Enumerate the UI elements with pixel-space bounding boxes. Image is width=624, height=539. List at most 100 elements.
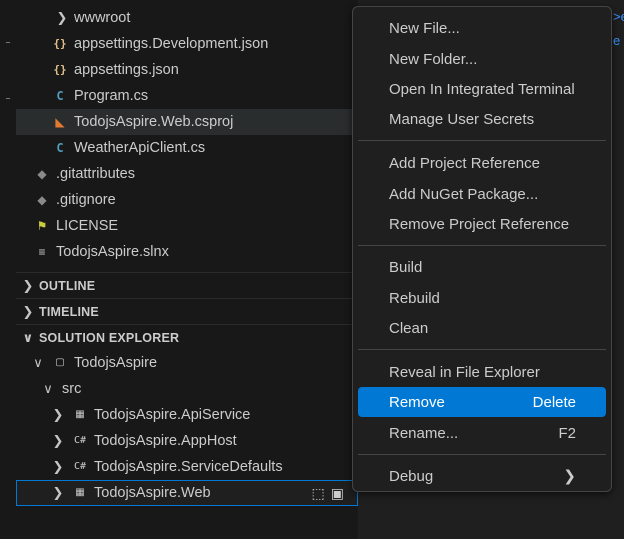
menu-item-label: Debug [389,467,434,485]
menu-item-label: Rename... [389,424,459,442]
project-label: TodojsAspire.ApiService [94,407,251,423]
project-label: TodojsAspire.AppHost [94,433,237,449]
project-apphost[interactable]: ❯ C# TodojsAspire.AppHost [16,428,358,454]
menu-item-label: Rebuild [389,289,440,307]
file-label: wwwroot [74,10,131,26]
menu-item-shortcut: Delete [532,393,576,411]
menu-item-remove[interactable]: Remove Delete [358,387,606,417]
menu-item-label: Manage User Secrets [389,110,535,128]
activity-marker [6,98,10,105]
solution-node[interactable]: ∨ ▢ TodojsAspire [16,350,358,376]
file-weatherapiclient-cs[interactable]: C WeatherApiClient.cs [16,135,358,161]
menu-item-open-terminal[interactable]: Open In Integrated Terminal [358,74,606,104]
menu-item-label: New Folder... [389,50,478,68]
folder-wwwroot[interactable]: ❯ wwwroot [16,5,358,31]
csharp-file-icon: C [56,89,64,103]
new-file-icon[interactable]: ⬚ [312,485,325,502]
section-timeline[interactable]: ❯ TIMELINE [16,298,358,325]
folder-label: src [62,381,82,397]
file-label: Program.cs [74,88,149,104]
file-gitignore[interactable]: ◆ .gitignore [16,187,358,213]
chevron-right-icon: ❯ [563,468,576,485]
menu-separator [358,454,606,455]
menu-item-reveal-in-file-explorer[interactable]: Reveal in File Explorer [358,357,606,387]
editor-snippet: e [613,33,621,48]
license-icon: ⚑ [36,219,48,233]
menu-item-label: Reveal in File Explorer [389,363,540,381]
json-braces-icon: {} [53,37,67,50]
chevron-right-icon: ❯ [52,459,64,474]
menu-item-add-nuget-package[interactable]: Add NuGet Package... [358,179,606,209]
section-outline[interactable]: ❯ OUTLINE [16,272,358,299]
file-label: WeatherApiClient.cs [74,140,206,156]
menu-separator [358,140,606,141]
file-appsettings[interactable]: {} appsettings.json [16,57,358,83]
chevron-down-icon: ∨ [33,355,43,370]
menu-item-remove-project-reference[interactable]: Remove Project Reference [358,209,606,239]
file-appsettings-development[interactable]: {} appsettings.Development.json [16,31,358,57]
project-servicedefaults[interactable]: ❯ C# TodojsAspire.ServiceDefaults [16,454,358,480]
chevron-down-icon: ∨ [43,381,53,396]
chevron-right-icon: ❯ [56,10,68,25]
menu-item-shortcut: F2 [558,424,576,442]
csharp-project-icon: C# [73,461,87,472]
activity-marker [6,42,10,49]
file-label: TodojsAspire.slnx [56,244,169,260]
editor-snippet: >e [613,9,624,24]
menu-item-label: Build [389,258,423,276]
menu-item-debug[interactable]: Debug ❯ [358,461,606,491]
file-program-cs[interactable]: C Program.cs [16,83,358,109]
csharp-project-icon: C# [73,435,87,446]
file-gitattributes[interactable]: ◆ .gitattributes [16,161,358,187]
solution-file-icon: ≡ [38,245,46,259]
csharp-file-icon: C [56,141,64,155]
menu-item-clean[interactable]: Clean [358,313,606,343]
file-web-csproj[interactable]: ◣ TodojsAspire.Web.csproj [16,109,358,135]
menu-item-rebuild[interactable]: Rebuild [358,283,606,313]
project-web[interactable]: ❯ ▦ TodojsAspire.Web ⬚ ▣ [16,480,358,506]
new-folder-icon[interactable]: ▣ [331,485,344,502]
explorer-panel: ❯ wwwroot {} appsettings.Development.jso… [16,0,358,539]
menu-item-label: Open In Integrated Terminal [389,80,575,98]
git-icon: ◆ [37,167,47,181]
row-actions: ⬚ ▣ [312,485,344,502]
section-title: TIMELINE [39,305,99,319]
file-license[interactable]: ⚑ LICENSE [16,213,358,239]
web-project-icon: ▦ [75,487,85,498]
menu-item-label: Remove [389,393,445,411]
folder-src[interactable]: ∨ src [16,376,358,402]
chevron-right-icon: ❯ [22,278,34,293]
menu-item-label: Add Project Reference [389,154,540,172]
file-label: .gitignore [56,192,116,208]
section-title: OUTLINE [39,279,96,293]
json-braces-icon: {} [53,63,67,76]
chevron-right-icon: ❯ [22,304,34,319]
file-label: LICENSE [56,218,119,234]
file-label: TodojsAspire.Web.csproj [74,114,234,130]
menu-item-label: Remove Project Reference [389,215,570,233]
menu-separator [358,245,606,246]
menu-item-new-folder[interactable]: New Folder... [358,44,606,74]
project-apiservice[interactable]: ❯ ▦ TodojsAspire.ApiService [16,402,358,428]
rss-icon: ◣ [55,115,65,129]
section-solution-explorer[interactable]: ∨ SOLUTION EXPLORER [16,324,358,351]
file-label: appsettings.Development.json [74,36,269,52]
menu-item-manage-user-secrets[interactable]: Manage User Secrets [358,104,606,134]
menu-item-rename[interactable]: Rename... F2 [358,418,606,448]
file-label: .gitattributes [56,166,135,182]
solution-label: TodojsAspire [74,355,158,371]
menu-item-new-file[interactable]: New File... [358,13,606,43]
menu-item-label: New File... [389,19,460,37]
menu-item-label: Add NuGet Package... [389,185,539,203]
chevron-right-icon: ❯ [52,407,64,422]
git-icon: ◆ [37,193,47,207]
context-menu: New File... New Folder... Open In Integr… [352,6,612,492]
menu-item-build[interactable]: Build [358,252,606,282]
file-solution-slnx[interactable]: ≡ TodojsAspire.slnx [16,239,358,265]
file-label: appsettings.json [74,62,179,78]
menu-item-add-project-reference[interactable]: Add Project Reference [358,148,606,178]
activity-bar [0,0,16,539]
chevron-down-icon: ∨ [22,330,34,345]
chevron-right-icon: ❯ [52,433,64,448]
project-label: TodojsAspire.ServiceDefaults [94,459,283,475]
